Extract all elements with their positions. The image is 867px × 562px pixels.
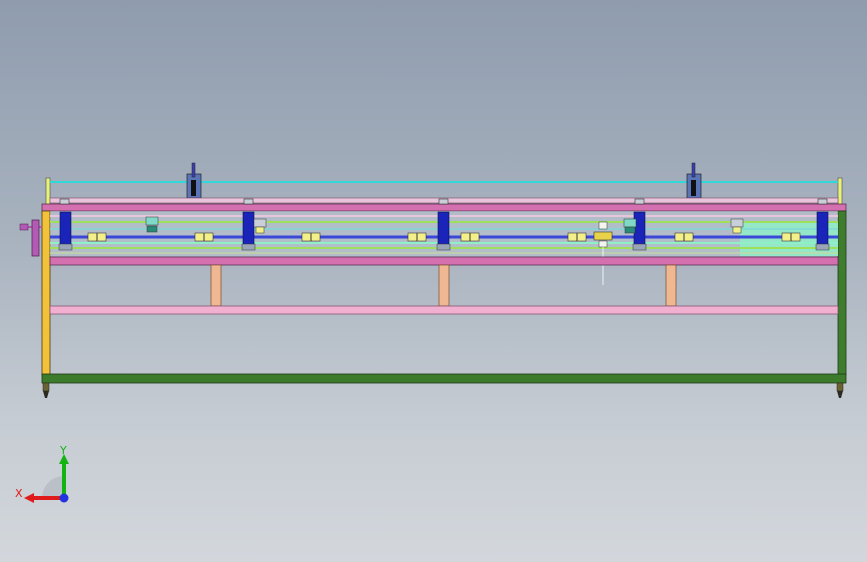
mid-beam: [49, 256, 839, 266]
right-frame-post: [837, 210, 847, 376]
coordinate-triad: Y X: [15, 444, 69, 503]
clamp-block: [241, 211, 256, 251]
leveling-feet: [42, 382, 844, 398]
x-axis-arrowhead: [24, 493, 34, 503]
support-leg: [665, 264, 677, 307]
clamp-block: [58, 211, 73, 251]
base-beam: [41, 373, 847, 384]
left-top-post: [45, 177, 51, 207]
upright-bracket-right: [686, 162, 702, 199]
cad-viewport[interactable]: Y X: [0, 0, 867, 562]
clamp-block: [815, 211, 830, 251]
z-axis-dot: [59, 493, 69, 503]
triad-plane-shading: [42, 476, 64, 498]
right-top-post: [837, 177, 843, 207]
support-leg: [438, 264, 450, 307]
support-leg: [210, 264, 222, 307]
machine-frame-drawing: [19, 162, 847, 398]
left-frame-post: [41, 210, 51, 376]
y-axis-label: Y: [59, 444, 67, 457]
clamp-block: [436, 211, 451, 251]
support-legs: [210, 264, 677, 307]
upright-bracket-left: [186, 162, 202, 199]
lower-beam: [49, 305, 839, 315]
top-rail: [41, 203, 847, 212]
x-axis-label: X: [15, 487, 23, 500]
handwheel: [19, 219, 42, 257]
